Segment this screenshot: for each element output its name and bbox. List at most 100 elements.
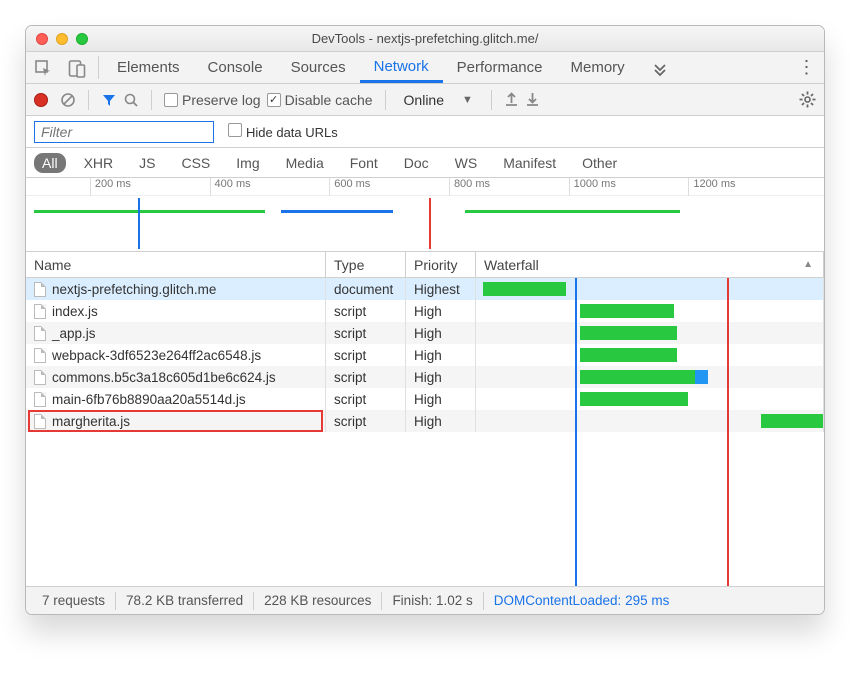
request-name: commons.b5c3a18c605d1be6c624.js [52,370,276,385]
col-name[interactable]: Name [26,252,326,277]
request-type-filter: All XHR JS CSS Img Media Font Doc WS Manifest Othe… [26,148,824,178]
waterfall-bar [580,348,677,362]
file-icon [34,326,46,341]
waterfall-cell [476,300,824,322]
request-priority: High [406,300,476,322]
waterfall-bar [761,414,823,428]
tab-sources[interactable]: Sources [277,52,360,83]
network-settings-button[interactable] [799,91,816,108]
network-toolbar: Preserve log Disable cache Online▼ [26,84,824,116]
waterfall-bar [580,326,677,340]
col-waterfall[interactable]: Waterfall▲ [476,252,824,277]
search-button[interactable] [123,92,139,108]
filter-input[interactable] [34,121,214,143]
request-name: nextjs-prefetching.glitch.me [52,282,216,297]
status-finish: Finish: 1.02 s [382,593,482,608]
import-har-button[interactable] [504,92,519,107]
request-type: script [326,388,406,410]
tab-performance[interactable]: Performance [443,52,557,83]
type-filter-all[interactable]: All [34,153,66,173]
request-name: main-6fb76b8890aa20a5514d.js [52,392,246,407]
export-har-button[interactable] [525,92,540,107]
col-type[interactable]: Type [326,252,406,277]
type-filter-js[interactable]: JS [131,153,163,173]
table-row[interactable]: index.jsscriptHigh [26,300,824,322]
table-row[interactable]: margherita.js scriptHigh [26,410,824,432]
request-priority: High [406,410,476,432]
type-filter-manifest[interactable]: Manifest [495,153,564,173]
type-filter-media[interactable]: Media [278,153,332,173]
request-type: script [326,322,406,344]
table-row[interactable]: _app.js scriptHigh [26,322,824,344]
request-type: script [326,410,406,432]
status-bar: 7 requests 78.2 KB transferred 228 KB re… [26,586,824,614]
type-filter-other[interactable]: Other [574,153,625,173]
tab-console[interactable]: Console [194,52,277,83]
status-resources: 228 KB resources [254,593,381,608]
type-filter-img[interactable]: Img [228,153,267,173]
network-table: Name Type Priority Waterfall▲ nextjs-pre… [26,252,824,586]
disable-cache-checkbox[interactable]: Disable cache [267,92,373,108]
dcl-line [575,278,577,586]
clear-button[interactable] [60,92,76,108]
request-priority: High [406,388,476,410]
inspect-element-button[interactable] [26,52,60,83]
request-type: script [326,344,406,366]
timeline-tick: 400 ms [210,178,251,196]
tab-network[interactable]: Network [360,52,443,83]
request-name: margherita.js [52,414,130,429]
request-priority: High [406,366,476,388]
col-priority[interactable]: Priority [406,252,476,277]
file-icon [34,348,46,363]
type-filter-ws[interactable]: WS [447,153,486,173]
request-name: index.js [52,304,98,319]
waterfall-cell [476,278,824,300]
status-requests: 7 requests [32,593,115,608]
request-type: document [326,278,406,300]
file-icon [34,414,46,429]
waterfall-bar [580,304,674,318]
waterfall-cell [476,410,824,432]
type-filter-css[interactable]: CSS [173,153,218,173]
timeline-tick: 600 ms [329,178,370,196]
waterfall-cell [476,344,824,366]
tab-elements[interactable]: Elements [103,52,194,83]
timeline-tick: 200 ms [90,178,131,196]
table-row[interactable]: webpack-3df6523e264ff2ac6548.jsscriptHig… [26,344,824,366]
hide-data-urls-checkbox[interactable]: Hide data URLs [228,123,338,140]
throttling-select[interactable]: Online▼ [398,91,479,109]
devtools-window: DevTools - nextjs-prefetching.glitch.me/… [25,25,825,615]
file-icon [34,392,46,407]
request-type: script [326,366,406,388]
table-row[interactable]: main-6fb76b8890aa20a5514d.js scriptHigh [26,388,824,410]
preserve-log-checkbox[interactable]: Preserve log [164,92,261,108]
type-filter-font[interactable]: Font [342,153,386,173]
more-tabs-button[interactable] [639,52,681,83]
table-row[interactable]: nextjs-prefetching.glitch.me documentHigh… [26,278,824,300]
device-toolbar-button[interactable] [60,52,94,83]
waterfall-bar [580,392,688,406]
timeline-tick: 1000 ms [569,178,616,196]
request-priority: High [406,322,476,344]
table-row[interactable]: commons.b5c3a18c605d1be6c624.js scriptHig… [26,366,824,388]
panel-tabstrip: ElementsConsoleSourcesNetworkPerformance… [26,52,824,84]
request-priority: Highest [406,278,476,300]
timeline-overview[interactable]: 200 ms400 ms600 ms800 ms1000 ms1200 ms [26,178,824,252]
filter-toggle-button[interactable] [101,92,117,108]
record-button[interactable] [34,93,48,107]
status-transferred: 78.2 KB transferred [116,593,253,608]
waterfall-bar [483,282,566,296]
file-icon [34,370,46,385]
table-header: Name Type Priority Waterfall▲ [26,252,824,278]
waterfall-cell [476,322,824,344]
load-line [727,278,729,586]
type-filter-doc[interactable]: Doc [396,153,437,173]
filter-bar: Hide data URLs [26,116,824,148]
window-titlebar: DevTools - nextjs-prefetching.glitch.me/ [26,26,824,52]
tab-memory[interactable]: Memory [557,52,639,83]
timeline-tick: 1200 ms [688,178,735,196]
type-filter-xhr[interactable]: XHR [76,153,122,173]
devtools-menu-button[interactable]: ⋮ [790,52,824,83]
status-domcontentloaded: DOMContentLoaded: 295 ms [484,593,680,608]
request-name: _app.js [52,326,96,341]
